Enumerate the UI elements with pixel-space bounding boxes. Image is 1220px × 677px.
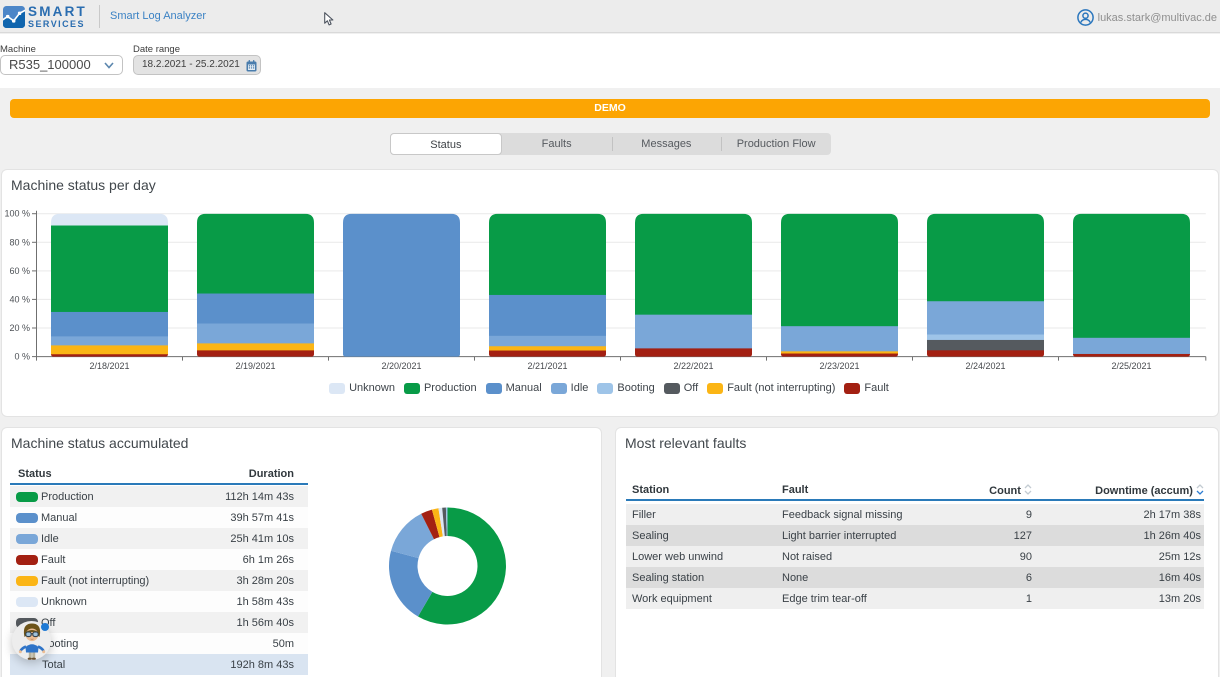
svg-text:40 %: 40 % xyxy=(9,294,30,304)
svg-text:2/19/2021: 2/19/2021 xyxy=(235,361,275,371)
svg-text:2/18/2021: 2/18/2021 xyxy=(89,361,129,371)
svg-text:2/21/2021: 2/21/2021 xyxy=(527,361,567,371)
svg-text:2/25/2021: 2/25/2021 xyxy=(1111,361,1151,371)
svg-text:60 %: 60 % xyxy=(9,266,30,276)
svg-text:100 %: 100 % xyxy=(4,209,30,219)
svg-text:2/20/2021: 2/20/2021 xyxy=(381,361,421,371)
svg-text:20 %: 20 % xyxy=(9,323,30,333)
svg-text:2/23/2021: 2/23/2021 xyxy=(819,361,859,371)
svg-text:80 %: 80 % xyxy=(9,237,30,247)
svg-text:2/24/2021: 2/24/2021 xyxy=(965,361,1005,371)
svg-text:0 %: 0 % xyxy=(14,352,30,362)
svg-text:2/22/2021: 2/22/2021 xyxy=(673,361,713,371)
